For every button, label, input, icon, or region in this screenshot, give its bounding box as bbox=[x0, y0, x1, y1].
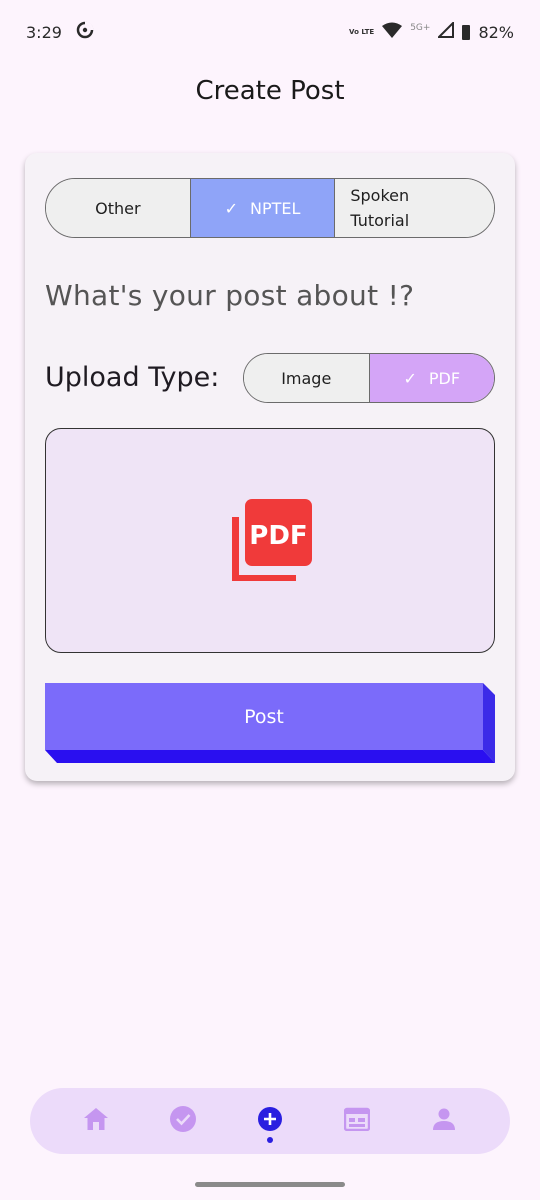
person-icon bbox=[432, 1107, 456, 1135]
sync-icon bbox=[76, 21, 94, 43]
upload-option-label: PDF bbox=[428, 368, 461, 388]
battery-level: 82% bbox=[478, 22, 514, 42]
category-option-spoken-tutorial[interactable]: Spoken Tutorial bbox=[335, 179, 494, 237]
post-button[interactable]: Post bbox=[45, 683, 495, 763]
category-option-other[interactable]: Other bbox=[46, 179, 191, 237]
page-title: Create Post bbox=[195, 76, 345, 106]
category-selector: Other ✓ NPTEL Spoken Tutorial bbox=[45, 178, 495, 238]
calendar-icon bbox=[343, 1107, 371, 1135]
upload-option-label: Image bbox=[281, 368, 332, 388]
nav-profile[interactable] bbox=[422, 1099, 466, 1143]
upload-option-pdf[interactable]: ✓ PDF bbox=[369, 354, 494, 402]
gesture-home-bar[interactable] bbox=[195, 1182, 345, 1187]
bottom-nav bbox=[30, 1088, 510, 1154]
category-option-label: NPTEL bbox=[250, 198, 301, 218]
upload-type-label: Upload Type: bbox=[45, 362, 220, 393]
nav-check[interactable] bbox=[161, 1099, 205, 1143]
active-indicator bbox=[266, 1137, 273, 1143]
signal-icon bbox=[437, 20, 455, 42]
check-icon: ✓ bbox=[403, 368, 417, 388]
check-circle-icon bbox=[169, 1106, 196, 1136]
create-post-card: Other ✓ NPTEL Spoken Tutorial What's you… bbox=[25, 153, 515, 781]
status-time: 3:29 bbox=[26, 22, 62, 42]
network-type: 5G+ bbox=[410, 23, 431, 33]
volte-indicator: Vo LTE bbox=[349, 28, 375, 36]
pdf-file-icon: PDF bbox=[229, 499, 313, 583]
upload-option-image[interactable]: Image bbox=[244, 354, 370, 402]
status-bar: 3:29 Vo LTE 5G+ 82% bbox=[0, 0, 540, 64]
post-button-label: Post bbox=[45, 683, 483, 750]
wifi-icon bbox=[382, 22, 403, 42]
file-upload-area[interactable]: PDF bbox=[45, 428, 495, 653]
nav-calendar[interactable] bbox=[335, 1099, 379, 1143]
upload-type-selector: Image ✓ PDF bbox=[243, 353, 495, 403]
battery-icon bbox=[462, 24, 471, 40]
category-option-label: Spoken Tutorial bbox=[350, 186, 410, 230]
nav-home[interactable] bbox=[74, 1099, 118, 1143]
category-option-nptel[interactable]: ✓ NPTEL bbox=[190, 179, 336, 237]
nav-create-post[interactable] bbox=[248, 1099, 292, 1143]
home-icon bbox=[83, 1108, 108, 1134]
add-circle-icon bbox=[257, 1106, 283, 1136]
check-icon: ✓ bbox=[224, 198, 238, 218]
svg-text:PDF: PDF bbox=[249, 521, 307, 551]
category-option-label: Other bbox=[95, 198, 141, 218]
post-topic-prompt[interactable]: What's your post about !? bbox=[45, 279, 414, 312]
